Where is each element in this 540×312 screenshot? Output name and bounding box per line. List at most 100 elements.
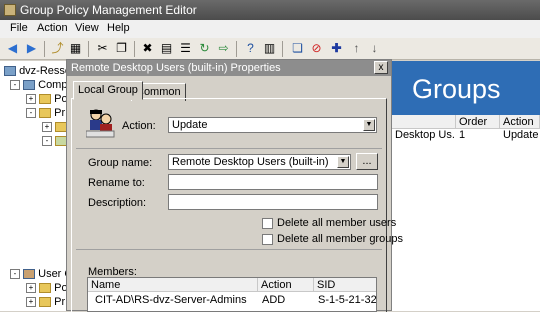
tree-item-user[interactable]: - User C — [10, 268, 67, 281]
description-input[interactable] — [168, 194, 378, 210]
expand-icon[interactable]: + — [42, 122, 52, 133]
action-select-value: Update — [172, 119, 208, 131]
tab-local-group[interactable]: Local Group — [73, 81, 143, 100]
policy-icon — [4, 66, 16, 77]
tree-item-preferences[interactable]: - Pr — [26, 107, 65, 120]
column-header-order[interactable]: Order — [456, 115, 500, 129]
rename-label: Rename to: — [88, 177, 145, 189]
groups-banner: Groups — [390, 61, 540, 115]
refresh-icon[interactable]: ↻ — [197, 41, 212, 56]
delete-users-label[interactable]: Delete all member users — [277, 217, 396, 229]
delete-groups-label[interactable]: Delete all member groups — [277, 233, 403, 245]
tree-label-computer: Compu — [38, 79, 68, 91]
tree-item-sub[interactable]: + — [42, 121, 67, 134]
member-sid: S-1-5-21-32121 — [318, 294, 376, 306]
list-icon[interactable]: ☰ — [178, 41, 193, 56]
move-up-icon[interactable]: ↑ — [349, 41, 364, 56]
delete-groups-checkbox[interactable] — [262, 234, 273, 245]
chevron-down-icon[interactable]: ▼ — [363, 119, 375, 131]
stop-icon[interactable]: ⊘ — [309, 41, 324, 56]
tree-item-user-preferences[interactable]: + Pr — [26, 296, 65, 309]
tree-item-root[interactable]: dvz-Ressc — [4, 65, 68, 78]
delete-users-checkbox[interactable] — [262, 218, 273, 229]
toolbar-separator — [134, 41, 135, 57]
toolbar-separator — [88, 41, 89, 57]
collapse-icon[interactable]: - — [10, 269, 20, 280]
tree-item-sub-selected[interactable]: - — [42, 135, 67, 148]
member-name[interactable]: CIT-AD\RS-dvz-Server-Admins — [95, 293, 255, 307]
properties-dialog: Remote Desktop Users (built-in) Properti… — [66, 59, 403, 312]
app-icon — [4, 4, 16, 16]
row-name[interactable]: Desktop Us... — [395, 128, 455, 142]
divider — [76, 148, 382, 149]
tree-label-user-preferences: Pr — [54, 296, 66, 308]
menu-help[interactable]: Help — [107, 22, 130, 34]
folder-icon — [39, 283, 52, 294]
folder-icon — [39, 94, 52, 105]
up-folder-icon[interactable]: ⤴ — [50, 41, 65, 56]
chevron-down-icon[interactable]: ▼ — [337, 156, 349, 168]
tree-item-computer[interactable]: - Compu — [10, 79, 68, 92]
window-title-bar: Group Policy Management Editor — [0, 0, 540, 20]
collapse-icon[interactable]: - — [26, 108, 36, 119]
help-icon[interactable]: ? — [243, 41, 258, 56]
local-group-icon — [86, 109, 115, 138]
members-column-action[interactable]: Action — [258, 278, 314, 292]
user-icon — [23, 269, 36, 280]
group-name-value: Remote Desktop Users (built-in) — [172, 156, 329, 168]
show-hide-tree-icon[interactable]: ▦ — [68, 41, 83, 56]
add-icon[interactable]: ✚ — [329, 41, 344, 56]
move-down-icon[interactable]: ↓ — [367, 41, 382, 56]
computer-icon — [23, 80, 36, 91]
close-button[interactable]: x — [374, 61, 388, 74]
export-icon[interactable]: ⇨ — [216, 41, 231, 56]
dialog-title: Remote Desktop Users (built-in) Properti… — [71, 62, 281, 74]
tree-label-root: dvz-Ressc — [19, 65, 68, 77]
members-list[interactable]: Name Action SID CIT-AD\RS-dvz-Server-Adm… — [87, 277, 377, 312]
delete-icon[interactable]: ✖ — [140, 41, 155, 56]
action-label: Action: — [122, 120, 156, 132]
members-column-sid[interactable]: SID — [314, 278, 376, 292]
toolbar-separator — [44, 41, 45, 57]
dialog-title-bar: Remote Desktop Users (built-in) Properti… — [67, 60, 391, 76]
console-tree: dvz-Ressc - Compu + Po - Pr + - - User C… — [0, 61, 68, 311]
tree-label-user: User C — [38, 268, 67, 280]
group-name-label: Group name: — [88, 157, 153, 169]
expand-icon[interactable]: + — [26, 94, 36, 105]
row-action: Update — [503, 129, 539, 141]
rename-input[interactable] — [168, 174, 378, 190]
expand-icon[interactable]: + — [26, 297, 36, 308]
forward-icon[interactable]: ▶ — [24, 41, 39, 56]
properties-icon[interactable]: ▤ — [159, 41, 174, 56]
collapse-icon[interactable]: - — [42, 136, 52, 147]
column-header-action[interactable]: Action — [500, 115, 540, 129]
folder-icon — [39, 108, 52, 119]
members-column-name[interactable]: Name — [88, 278, 258, 292]
divider — [76, 249, 382, 250]
tree-item-user-policies[interactable]: + Po — [26, 282, 67, 295]
tree-label-preferences: Pr — [54, 107, 66, 119]
expand-icon[interactable]: + — [26, 283, 36, 294]
browse-button[interactable]: ... — [356, 153, 378, 170]
new-item-icon[interactable]: ❏ — [290, 41, 305, 56]
row-order: 1 — [459, 129, 466, 141]
group-name-select[interactable]: Remote Desktop Users (built-in) ▼ — [168, 154, 351, 170]
menu-bar: File Action View Help — [0, 20, 540, 38]
menu-action[interactable]: Action — [37, 22, 68, 34]
details-icon[interactable]: ▥ — [262, 41, 277, 56]
description-label: Description: — [88, 197, 147, 209]
action-select[interactable]: Update ▼ — [168, 117, 377, 133]
menu-view[interactable]: View — [75, 22, 99, 34]
menu-file[interactable]: File — [10, 22, 28, 34]
collapse-icon[interactable]: - — [10, 80, 20, 91]
details-pane: Groups Order Action Desktop Us... 1 Upda… — [390, 61, 540, 311]
folder-icon — [39, 297, 52, 308]
column-header-name[interactable] — [390, 115, 456, 129]
back-icon[interactable]: ◀ — [5, 41, 20, 56]
tree-item-policies[interactable]: + Po — [26, 93, 67, 106]
cut-icon[interactable]: ✂ — [95, 41, 110, 56]
member-action: ADD — [262, 294, 286, 306]
window-title: Group Policy Management Editor — [20, 3, 197, 17]
copy-icon[interactable]: ❐ — [114, 41, 129, 56]
toolbar-separator — [236, 41, 237, 57]
